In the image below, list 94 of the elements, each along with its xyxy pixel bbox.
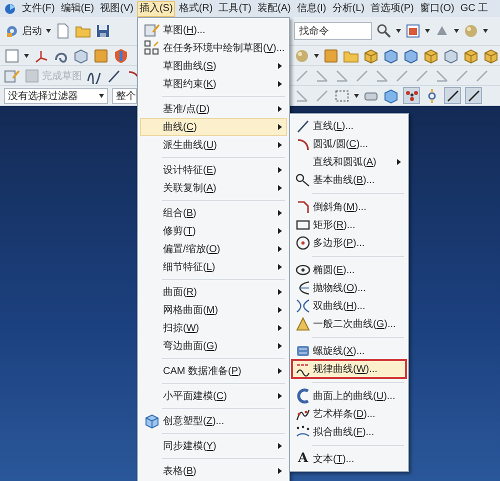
menu-item[interactable]: 组合(B): [140, 204, 287, 222]
menu-item[interactable]: 派生曲线(U): [140, 136, 287, 154]
menu-item[interactable]: 细节特征(L): [140, 258, 287, 276]
menu-item[interactable]: 曲面上的曲线(U)...: [292, 387, 406, 405]
menu-item[interactable]: 规律曲线(W)...: [292, 360, 406, 378]
menu-item[interactable]: 倒斜角(M)...: [292, 198, 406, 216]
menu-item[interactable]: 椭圆(E)...: [292, 261, 406, 279]
menu-bar-item[interactable]: 插入(S): [137, 0, 175, 16]
caret-icon[interactable]: [483, 29, 488, 33]
line-icon[interactable]: [106, 68, 122, 84]
caret-icon[interactable]: [425, 29, 430, 33]
menu-item[interactable]: 创意塑型(Z)...: [140, 412, 287, 430]
menu-item[interactable]: 抛物线(O)...: [292, 279, 406, 297]
menu-item[interactable]: 同步建模(Y): [140, 437, 287, 455]
menu-item[interactable]: 矩形(R)...: [292, 216, 406, 234]
cube-icon: [144, 413, 160, 429]
menu-item[interactable]: 在任务环境中绘制草图(V)...: [140, 39, 287, 57]
conic-icon: [295, 316, 311, 332]
menu-bar-item[interactable]: 分析(L): [330, 0, 367, 16]
menu-item[interactable]: 小平面建模(C): [140, 387, 287, 405]
menu-item[interactable]: 表格(B): [140, 462, 287, 480]
menu-item[interactable]: 基本曲线(B)...: [292, 171, 406, 189]
menu-item[interactable]: 设计特征(E): [140, 161, 287, 179]
filter-dropdown[interactable]: 没有选择过滤器: [4, 88, 108, 104]
toggle-button[interactable]: [403, 87, 420, 104]
caret-icon[interactable]: [98, 94, 104, 98]
menu-item[interactable]: 曲线(C): [140, 118, 287, 136]
menu-item[interactable]: 多边形(P)...: [292, 234, 406, 252]
menu-bar-item[interactable]: 文件(F): [20, 0, 57, 16]
menu-bar-item[interactable]: 编辑(E): [58, 0, 96, 16]
sketch-icon: [144, 22, 160, 38]
square-icon[interactable]: [4, 48, 20, 64]
sketch-squares-icon: [144, 40, 160, 56]
menu-bar-item[interactable]: 首选项(P): [368, 0, 416, 16]
menu-bar-item[interactable]: 窗口(O): [418, 0, 456, 16]
menu-item[interactable]: 草图约束(K): [140, 75, 287, 93]
caret-icon[interactable]: [354, 94, 359, 98]
selection-box-icon[interactable]: [334, 88, 350, 104]
surface-curve-icon: [295, 388, 311, 404]
menu-item[interactable]: 一般二次曲线(G)...: [292, 315, 406, 333]
menu-item[interactable]: 拟合曲线(F)...: [292, 423, 406, 441]
save-icon[interactable]: [95, 23, 111, 39]
caret-icon[interactable]: [396, 29, 401, 33]
menu-item[interactable]: 直线和圆弧(A): [292, 153, 406, 171]
menu-item[interactable]: 螺旋线(X)...: [292, 342, 406, 360]
solid-icon[interactable]: [363, 48, 379, 64]
menu-item[interactable]: CAM 数据准备(P): [140, 362, 287, 380]
polygon-icon: [295, 235, 311, 251]
menu-item[interactable]: 草图曲线(S): [140, 57, 287, 75]
menu-item[interactable]: A 文本(T)...: [292, 450, 406, 468]
ellipse-icon: [295, 262, 311, 278]
shield-icon[interactable]: [113, 48, 129, 64]
arc-icon: [295, 136, 311, 152]
menu-bar-item[interactable]: 视图(V): [98, 0, 136, 16]
sketch-icon[interactable]: [4, 68, 20, 84]
caret-icon[interactable]: [24, 54, 29, 58]
toggle-button[interactable]: [465, 87, 482, 104]
menu-bar-item[interactable]: 装配(A): [255, 0, 293, 16]
search-field[interactable]: 找命令: [294, 22, 372, 40]
menu-bar-item[interactable]: 工具(T): [216, 0, 254, 16]
menu-bar-item[interactable]: GC 工: [458, 0, 490, 16]
menu-bar-item[interactable]: 格式(R): [176, 0, 215, 16]
menu-item[interactable]: 修剪(T): [140, 222, 287, 240]
menu-item[interactable]: 弯边曲面(G): [140, 337, 287, 355]
letter-a-icon: A: [298, 452, 308, 466]
menu-item[interactable]: 关联复制(A): [140, 179, 287, 197]
menu-item[interactable]: 曲面(R): [140, 283, 287, 301]
start-button[interactable]: 启动: [4, 23, 42, 39]
line-icon: [295, 118, 311, 134]
line-icon: [444, 88, 460, 104]
menu-bar-item[interactable]: 信息(I): [294, 0, 328, 16]
document-icon[interactable]: [55, 23, 71, 39]
menu-item[interactable]: 草图(H)...: [140, 21, 287, 39]
toggle-button[interactable]: [444, 87, 461, 104]
filter-dropdown[interactable]: 整个: [112, 88, 137, 104]
helix-icon: [295, 343, 311, 359]
solid-icon[interactable]: [463, 48, 479, 64]
menu-item[interactable]: 圆弧/圆(C)...: [292, 135, 406, 153]
menu-item[interactable]: 网格曲面(M): [140, 301, 287, 319]
hyperbola-icon: [295, 298, 311, 314]
caret-icon[interactable]: [454, 29, 459, 33]
menu-item[interactable]: 双曲线(H)...: [292, 297, 406, 315]
menu-item[interactable]: 基准/点(D): [140, 100, 287, 118]
search-icon[interactable]: [376, 23, 392, 39]
line-icon: [466, 88, 482, 104]
caret-icon[interactable]: [46, 29, 51, 33]
chamfer-icon: [295, 199, 311, 215]
menu-item[interactable]: 偏置/缩放(O): [140, 240, 287, 258]
menu-item[interactable]: 扫掠(W): [140, 319, 287, 337]
menu-item[interactable]: 直线(L)...: [292, 117, 406, 135]
menu-item[interactable]: 艺术样条(D)...: [292, 405, 406, 423]
solid-icon[interactable]: [483, 48, 499, 64]
solid-icon[interactable]: [423, 48, 439, 64]
caret-icon[interactable]: [314, 54, 319, 58]
